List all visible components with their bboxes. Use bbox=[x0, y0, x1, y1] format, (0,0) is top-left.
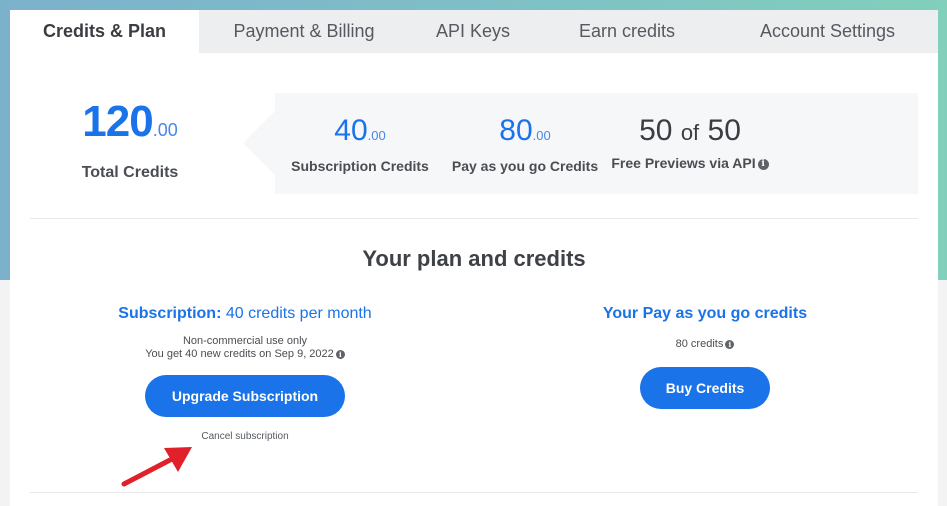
free-previews-total: 50 bbox=[707, 114, 741, 147]
payg-credits-decimals: .00 bbox=[532, 128, 551, 143]
red-arrow-annotation bbox=[121, 447, 192, 487]
credits-breakdown-panel: 40.00 Subscription Credits 80.00 Pay as … bbox=[243, 93, 918, 194]
tab-payment-billing[interactable]: Payment & Billing bbox=[199, 10, 409, 53]
subscription-renewal-row: You get 40 new credits on Sep 9, 2022 i bbox=[80, 348, 410, 361]
payg-heading-text: Your Pay as you go credits bbox=[602, 305, 808, 322]
subscription-heading-detail: 40 credits per month bbox=[221, 305, 372, 322]
free-previews-of: of bbox=[680, 120, 700, 145]
panel-notch bbox=[243, 111, 275, 175]
total-credits-integer: 120 bbox=[82, 97, 153, 146]
info-icon[interactable]: i bbox=[757, 158, 769, 170]
payg-credits-integer: 80 bbox=[499, 114, 533, 147]
total-credits-decimals: .00 bbox=[152, 120, 178, 140]
payg-column: Your Pay as you go credits 80 credits i B… bbox=[550, 305, 860, 409]
total-credits-label: Total Credits bbox=[81, 164, 179, 181]
upgrade-subscription-button[interactable]: Upgrade Subscription bbox=[145, 375, 345, 417]
section-title: Your plan and credits bbox=[362, 246, 586, 271]
divider bbox=[30, 218, 918, 219]
arrow-shaft bbox=[121, 457, 173, 487]
account-card: Credits & Plan Payment & Billing API Key… bbox=[10, 10, 938, 506]
free-previews-used: 50 bbox=[639, 114, 673, 147]
free-previews-value: 50 of 50 bbox=[605, 115, 775, 149]
subscription-credits-value: 40.00 bbox=[275, 115, 445, 152]
subscription-credits-stat: 40.00 Subscription Credits bbox=[275, 93, 445, 194]
info-icon[interactable]: i bbox=[725, 339, 735, 349]
payg-credits-label: Pay as you go Credits bbox=[451, 158, 599, 174]
subscription-column: Subscription: 40 credits per month Non-c… bbox=[80, 305, 410, 442]
payg-amount-row: 80 credits i bbox=[550, 338, 860, 351]
payg-heading: Your Pay as you go credits bbox=[550, 305, 860, 323]
info-icon[interactable]: i bbox=[335, 349, 345, 359]
payg-credits-stat: 80.00 Pay as you go Credits bbox=[445, 93, 605, 194]
subscription-credits-integer: 40 bbox=[334, 114, 368, 147]
subscription-credits-decimals: .00 bbox=[367, 128, 386, 143]
subscription-heading: Subscription: 40 credits per month bbox=[80, 305, 410, 323]
divider bbox=[30, 492, 918, 493]
total-credits-value: 120.00 bbox=[30, 100, 230, 152]
tab-account-settings[interactable]: Account Settings bbox=[717, 10, 938, 53]
subscription-heading-label: Subscription: bbox=[118, 305, 222, 322]
buy-credits-button[interactable]: Buy Credits bbox=[640, 367, 770, 409]
payg-credits-value: 80.00 bbox=[445, 115, 605, 152]
subscription-renewal-text: You get 40 new credits on Sep 9, 2022 bbox=[145, 348, 334, 360]
subscription-usage-note: Non-commercial use only bbox=[182, 335, 308, 347]
free-previews-label-row: Free Previews via API i bbox=[605, 155, 775, 171]
tab-api-keys[interactable]: API Keys bbox=[409, 10, 537, 53]
free-previews-label: Free Previews via API bbox=[611, 155, 756, 171]
tab-credits-plan[interactable]: Credits & Plan bbox=[10, 10, 199, 53]
tab-bar: Credits & Plan Payment & Billing API Key… bbox=[10, 10, 938, 53]
tab-earn-credits[interactable]: Earn credits bbox=[537, 10, 717, 53]
total-credits: 120.00 Total Credits bbox=[30, 100, 230, 182]
payg-amount: 80 credits bbox=[675, 338, 724, 350]
free-previews-stat: 50 of 50 Free Previews via API i bbox=[605, 93, 775, 194]
subscription-credits-label: Subscription Credits bbox=[291, 158, 429, 174]
